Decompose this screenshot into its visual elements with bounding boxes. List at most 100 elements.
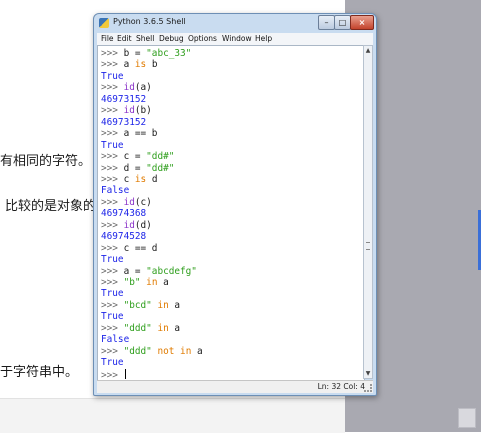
shell-token: b = (123, 48, 147, 59)
shell-line: >>> "ddd" not in a (101, 346, 203, 357)
shell-line: False (101, 334, 129, 345)
shell-token: in (146, 277, 158, 288)
shell-prompt: >>> (101, 299, 124, 311)
shell-token: a (157, 277, 169, 288)
cursor-position: Ln: 32 Col: 4 (317, 382, 365, 391)
shell-token: in (157, 299, 169, 311)
shell-prompt: >>> (101, 162, 124, 174)
shell-token: (d) (134, 219, 152, 231)
shell-token: c = (123, 151, 147, 163)
scroll-thumb[interactable] (366, 242, 370, 250)
shell-token: id (123, 82, 135, 94)
shell-token: a == b (123, 128, 158, 140)
shell-prompt: >>> (101, 48, 124, 59)
shell-line: >>> c = "dd#" (101, 151, 174, 162)
shell-token: not in (157, 345, 192, 357)
shell-line: >>> a is b (101, 59, 157, 70)
shell-prompt: >>> (101, 369, 124, 381)
shell-prompt: >>> (101, 242, 124, 254)
shell-text-area[interactable]: >>> b = "abc_33" >>> a is b True >>> id(a) 4… (97, 45, 365, 381)
shell-token: 46974528 (101, 231, 147, 243)
shell-line: >>> b = "abc_33" (101, 48, 191, 59)
shell-token: True (101, 254, 124, 266)
shell-prompt: >>> (101, 82, 124, 94)
shell-prompt: >>> (101, 265, 124, 277)
shell-token: True (101, 288, 124, 300)
shell-line: >>> id(c) (101, 197, 152, 208)
page-scroll-button[interactable] (458, 408, 476, 428)
scroll-up-arrow-icon[interactable]: ▲ (365, 47, 371, 54)
shell-line: >>> c is d (101, 174, 157, 185)
shell-token: False (101, 185, 130, 197)
shell-line: >>> id(a) (101, 82, 152, 93)
shell-token: (a) (134, 82, 152, 94)
shell-token: b (146, 59, 158, 71)
python-app-icon (99, 18, 109, 28)
shell-token: d = (123, 162, 147, 174)
shell-token: True (101, 139, 124, 151)
shell-token: "bcd" (123, 299, 152, 311)
shell-line: >>> "bcd" in a (101, 300, 180, 311)
minimize-button[interactable]: – (318, 15, 335, 30)
shell-line: True (101, 288, 124, 299)
scroll-down-arrow-icon[interactable]: ▼ (365, 370, 371, 377)
doc-text-fragment-2: 比较的是对象的 (5, 199, 97, 214)
shell-prompt: >>> (101, 277, 124, 288)
menu-edit[interactable]: Edit (117, 34, 132, 43)
shell-token: "dd#" (146, 162, 175, 174)
shell-prompt: >>> (101, 173, 124, 185)
shell-token: 46973152 (101, 116, 147, 128)
shell-line: False (101, 185, 129, 196)
shell-line: >>> a == b (101, 128, 157, 139)
doc-text-fragment-1: 有相同的字符。 (0, 154, 92, 169)
shell-line: 46973152 (101, 94, 146, 105)
shell-token: (b) (134, 105, 152, 117)
shell-token: True (101, 311, 124, 323)
shell-token: a (191, 345, 203, 357)
shell-line: 46974528 (101, 231, 146, 242)
close-button[interactable]: × (350, 15, 374, 30)
shell-token: is (134, 59, 147, 71)
shell-line: True (101, 357, 124, 368)
shell-line: >>> d = "dd#" (101, 163, 174, 174)
shell-token: "dd#" (146, 151, 175, 163)
shell-line: >>> id(d) (101, 220, 152, 231)
menu-file[interactable]: File (101, 34, 114, 43)
shell-token: 46974368 (101, 208, 147, 220)
shell-prompt: >>> (101, 151, 124, 163)
status-bar: Ln: 32 Col: 4 (97, 380, 373, 393)
text-cursor (124, 368, 126, 379)
maximize-button[interactable]: □ (334, 15, 351, 30)
shell-token: a (168, 299, 181, 311)
shell-prompt: >>> (101, 59, 124, 71)
menu-window[interactable]: Window (222, 34, 252, 43)
shell-prompt: >>> (101, 219, 124, 231)
shell-prompt: >>> (101, 322, 124, 334)
menu-debug[interactable]: Debug (159, 34, 184, 43)
shell-token: 46973152 (101, 93, 147, 105)
shell-token: "ddd" (123, 322, 152, 334)
python-shell-window: Python 3.6.5 Shell – □ × File Edit Shell… (93, 13, 377, 396)
menu-help[interactable]: Help (255, 34, 272, 43)
shell-token: a (123, 59, 135, 71)
menu-bar: File Edit Shell Debug Options Window Hel… (97, 33, 373, 45)
shell-prompt: >>> (101, 128, 124, 140)
shell-prompt: >>> (101, 345, 124, 357)
shell-line: >>> "b" in a (101, 277, 169, 288)
shell-token: c (123, 173, 135, 185)
title-bar[interactable]: Python 3.6.5 Shell – □ × (94, 14, 376, 33)
window-title: Python 3.6.5 Shell (113, 17, 186, 26)
menu-options[interactable]: Options (188, 34, 217, 43)
shell-token: (c) (134, 196, 152, 208)
shell-token: c == d (123, 242, 158, 254)
shell-token: "b" (123, 277, 141, 288)
shell-line: >>> a = "abcdefg" (101, 266, 197, 277)
shell-line: 46974368 (101, 208, 146, 219)
shell-token: a = (123, 265, 147, 277)
vertical-scrollbar[interactable]: ▲ ▼ (363, 45, 373, 379)
resize-grip-icon[interactable] (364, 384, 372, 392)
menu-shell[interactable]: Shell (136, 34, 154, 43)
shell-prompt: >>> (101, 196, 124, 208)
shell-token: "ddd" (123, 345, 152, 357)
shell-line: True (101, 311, 124, 322)
